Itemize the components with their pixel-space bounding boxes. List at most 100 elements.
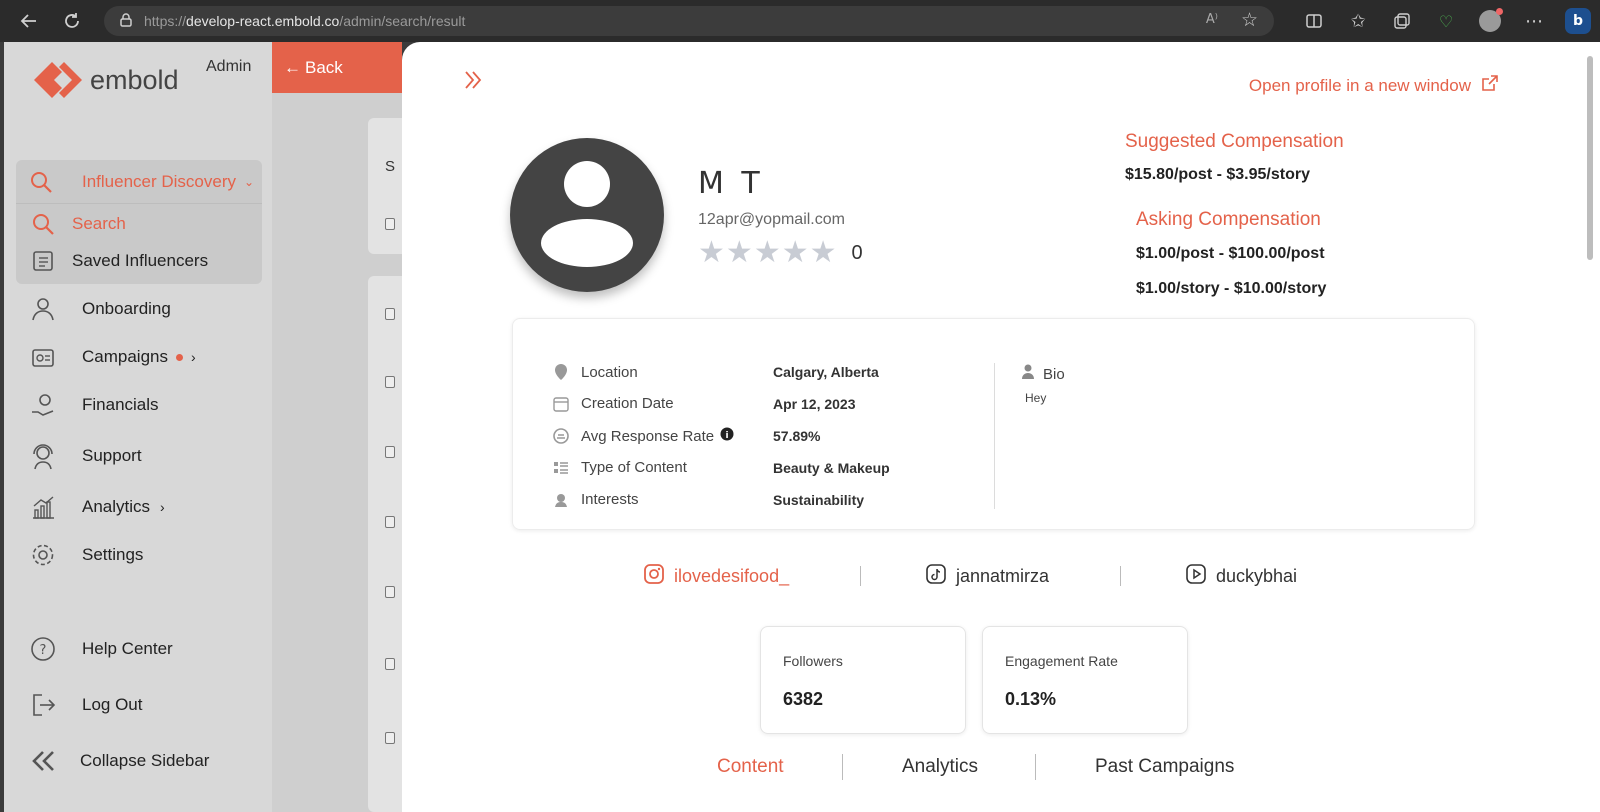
influencer-discovery-group: Influencer Discovery ⌄ Search Saved Infl… (16, 160, 262, 284)
notification-dot (176, 353, 183, 361)
favorite-star-icon[interactable]: ☆ (1241, 9, 1258, 31)
saved-influencers-label: Saved Influencers (72, 251, 209, 270)
sidebar-item-log-out[interactable]: Log Out (26, 692, 143, 718)
chevron-down-icon: ⌄ (244, 174, 255, 189)
tiktok-handle: jannatmirza (956, 566, 1050, 586)
checkbox[interactable] (385, 658, 395, 670)
checkbox[interactable] (385, 586, 395, 598)
detail-label: Creation Date (581, 395, 674, 412)
search-label: Search (72, 214, 126, 233)
calendar-icon (553, 396, 581, 412)
sidebar: embold Admin Influencer Discovery ⌄ Sear… (4, 42, 274, 812)
suggested-compensation-value: $15.80/post - $3.95/story (1125, 166, 1310, 183)
instagram-link[interactable]: ilovedesifood_ (644, 564, 789, 589)
asking-compensation-title: Asking Compensation (1136, 209, 1321, 230)
split-screen-icon[interactable] (1292, 0, 1336, 42)
more-options-icon[interactable]: ⋯ (1512, 0, 1556, 42)
sidebar-item-settings[interactable]: Settings (26, 542, 143, 568)
content-type-icon (553, 461, 581, 475)
health-icon[interactable]: ♡ (1424, 0, 1468, 42)
youtube-link[interactable]: duckybhai (1186, 564, 1297, 589)
bio-heading: Bio (1021, 364, 1065, 384)
scrollbar-thumb[interactable] (1587, 56, 1593, 260)
tab-divider (1035, 754, 1036, 780)
open-profile-link[interactable]: Open profile in a new window (1249, 75, 1498, 97)
avatar (510, 138, 664, 292)
settings-label: Settings (82, 545, 144, 564)
followers-label: Followers (783, 653, 843, 669)
info-icon[interactable]: i (720, 427, 734, 445)
social-divider (1120, 566, 1121, 586)
sidebar-item-campaigns[interactable]: Campaigns › (26, 344, 196, 370)
detail-value: 57.89% (773, 428, 821, 444)
chevron-right-icon: › (160, 499, 165, 515)
sidebar-item-help-center[interactable]: ? Help Center (26, 636, 173, 662)
tab-content[interactable]: Content (717, 756, 784, 778)
sidebar-item-onboarding[interactable]: Onboarding (26, 296, 171, 322)
star-icon[interactable]: ★ (810, 238, 837, 268)
sidebar-item-collapse[interactable]: Collapse Sidebar (26, 748, 209, 774)
sidebar-item-analytics[interactable]: Analytics › (26, 494, 165, 520)
checkbox[interactable] (385, 516, 395, 528)
support-label: Support (82, 446, 142, 465)
embold-logo[interactable]: embold (32, 60, 179, 100)
rating-stars: ★ ★ ★ ★ ★ 0 (698, 238, 863, 268)
detail-value: Calgary, Alberta (773, 364, 879, 380)
tab-past-campaigns[interactable]: Past Campaigns (1095, 756, 1234, 778)
checkbox[interactable] (385, 446, 395, 458)
detail-value: Sustainability (773, 491, 865, 508)
search-icon (26, 212, 60, 236)
sidebar-item-support[interactable]: Support (26, 442, 142, 470)
double-chevron-right-icon[interactable] (464, 70, 482, 94)
detail-label-wrap: Avg Response Rate i (581, 427, 773, 445)
influencer-discovery-toggle[interactable]: Influencer Discovery ⌄ (16, 160, 262, 204)
help-circle-icon: ? (26, 636, 60, 662)
embold-logo-icon (34, 62, 82, 98)
suggested-compensation-title: Suggested Compensation (1125, 131, 1344, 152)
rating-value: 0 (851, 241, 863, 264)
checkbox[interactable] (385, 218, 395, 230)
location-pin-icon (553, 363, 581, 381)
magnifier-icon (16, 170, 66, 194)
logo-text: embold (90, 64, 179, 95)
bio-text: Hey (1025, 391, 1047, 405)
profile-name: M T (698, 166, 764, 201)
checkbox[interactable] (385, 376, 395, 388)
favorites-icon[interactable]: ✩ (1336, 0, 1380, 42)
address-bar[interactable]: https://develop-react.embold.co/admin/se… (104, 6, 1274, 36)
sidebar-item-saved-influencers[interactable]: Saved Influencers (26, 250, 208, 272)
back-arrow-icon[interactable] (14, 6, 44, 36)
refresh-icon[interactable] (57, 6, 87, 36)
profile-drawer: Open profile in a new window M T 12apr@y… (402, 42, 1582, 812)
collections-icon[interactable] (1380, 0, 1424, 42)
engagement-rate-card: Engagement Rate 0.13% (982, 626, 1188, 734)
star-icon[interactable]: ★ (726, 238, 753, 268)
bing-icon[interactable]: b (1556, 0, 1600, 42)
detail-label: Location (581, 363, 638, 381)
external-link-icon (1481, 75, 1498, 97)
help-center-label: Help Center (82, 639, 173, 658)
financials-icon (26, 392, 60, 418)
campaigns-label: Campaigns (82, 347, 168, 366)
star-icon[interactable]: ★ (782, 238, 809, 268)
svg-text:i: i (726, 431, 729, 441)
back-button[interactable]: ← Back (272, 42, 402, 93)
sidebar-item-search[interactable]: Search (26, 212, 126, 236)
detail-value: Apr 12, 2023 (773, 395, 856, 412)
profile-avatar-icon[interactable] (1468, 0, 1512, 42)
tiktok-link[interactable]: jannatmirza (926, 564, 1049, 589)
tab-analytics[interactable]: Analytics (902, 756, 978, 778)
sidebar-item-financials[interactable]: Financials (26, 392, 159, 418)
checkbox[interactable] (385, 732, 395, 744)
youtube-icon (1186, 564, 1206, 589)
checkbox[interactable] (385, 308, 395, 320)
star-icon[interactable]: ★ (698, 238, 725, 268)
filter-card-text: S (385, 158, 396, 175)
tab-divider (842, 754, 843, 780)
headset-icon (26, 442, 60, 470)
arrow-left-icon: ← (284, 57, 301, 77)
bio-label: Bio (1043, 365, 1065, 383)
read-aloud-icon[interactable]: A⁾ (1206, 12, 1218, 27)
star-icon[interactable]: ★ (754, 238, 781, 268)
detail-label: Interests (581, 491, 639, 508)
